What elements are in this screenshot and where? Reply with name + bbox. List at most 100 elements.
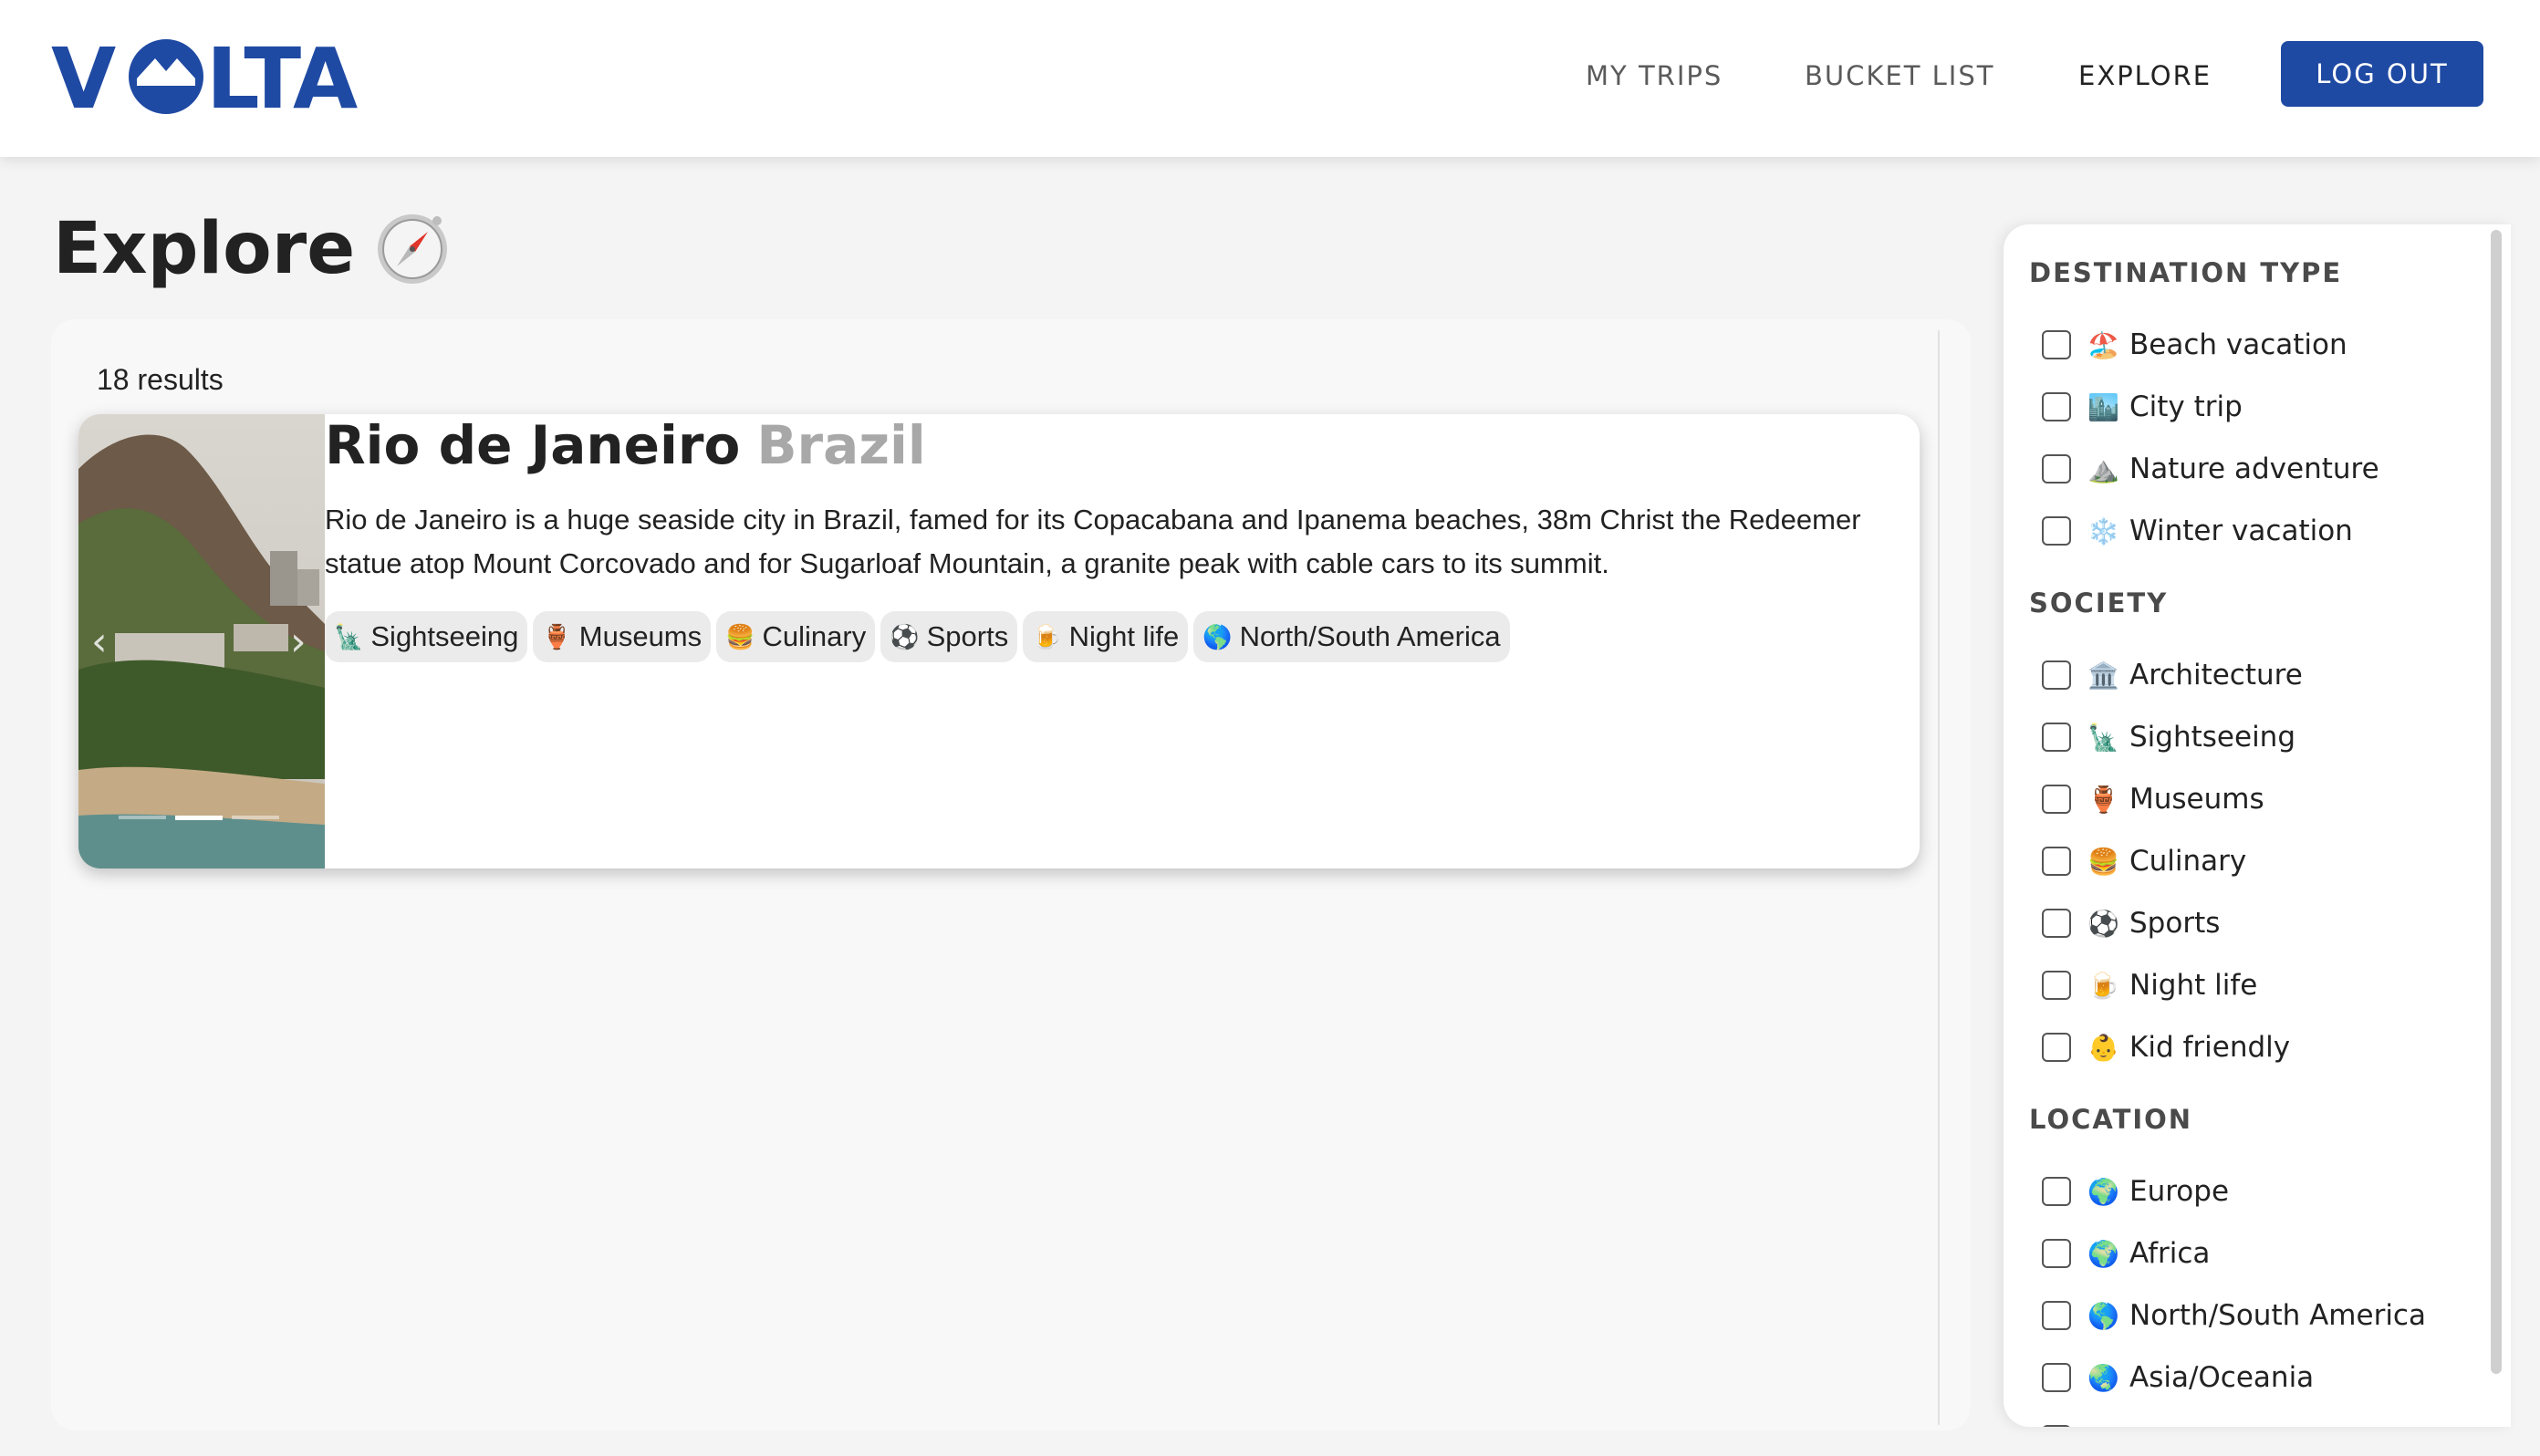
filter-label: Architecture	[2129, 659, 2303, 692]
filter-label: Kid friendly	[2129, 1031, 2291, 1064]
beer-mug-icon: 🍺	[2087, 970, 2119, 1001]
filter-europe[interactable]: 🌍 Europe	[2042, 1173, 2229, 1210]
tag-label: Museums	[578, 620, 703, 652]
checkbox[interactable]	[2042, 1425, 2071, 1427]
filter-museums[interactable]: 🏺 Museums	[2042, 781, 2264, 817]
filter-label: Africa	[2129, 1237, 2211, 1270]
soccer-ball-icon: ⚽	[2087, 908, 2119, 939]
svg-text:V: V	[51, 36, 116, 115]
cityscape-icon: 🏙️	[2087, 391, 2119, 422]
mountain-icon: ⛰️	[2087, 453, 2119, 484]
filter-label: Asia/Oceania	[2129, 1361, 2315, 1394]
filter-beach-vacation[interactable]: 🏖️ Beach vacation	[2042, 327, 2347, 363]
destination-photo	[78, 414, 325, 868]
results-scroll-track[interactable]	[1938, 330, 1940, 1425]
tag-sightseeing: 🗽 Sightseeing	[325, 611, 528, 662]
filter-label: Beach vacation	[2129, 328, 2347, 361]
destination-description: Rio de Janeiro is a huge seaside city in…	[325, 504, 1861, 579]
checkbox[interactable]	[2042, 454, 2071, 484]
filter-heading-society: SOCIETY	[2029, 588, 2169, 619]
filter-label: Night life	[2129, 969, 2258, 1002]
filter-architecture[interactable]: 🏛️ Architecture	[2042, 657, 2303, 693]
checkbox[interactable]	[2042, 1363, 2071, 1392]
logout-button[interactable]: LOG OUT	[2281, 41, 2483, 107]
checkbox[interactable]	[2042, 660, 2071, 690]
checkbox[interactable]	[2042, 516, 2071, 546]
burger-icon: 🍔	[725, 622, 755, 650]
globe-americas-icon: 🌎	[2087, 1300, 2119, 1331]
filter-kid-friendly[interactable]: 👶 Kid friendly	[2042, 1029, 2290, 1066]
checkbox[interactable]	[2042, 1177, 2071, 1206]
compass-icon	[378, 214, 448, 284]
filter-winter-vacation[interactable]: ❄️ Winter vacation	[2042, 513, 2353, 549]
globe-europe-africa-icon: 🌍	[2087, 1176, 2119, 1207]
baby-icon: 👶	[2087, 1032, 2119, 1063]
filter-city-trip[interactable]: 🏙️ City trip	[2042, 389, 2243, 425]
checkbox[interactable]	[2042, 785, 2071, 814]
filter-north-south-america[interactable]: 🌎 North/South America	[2042, 1297, 2426, 1334]
snowflake-icon: ❄️	[2087, 515, 2119, 546]
globe-americas-icon: 🌎	[1202, 622, 1233, 650]
filter-nature-adventure[interactable]: ⛰️ Nature adventure	[2042, 451, 2379, 487]
carousel-indicators	[119, 816, 279, 820]
destination-country: Brazil	[756, 414, 926, 476]
destination-card[interactable]: ‹ › Rio de Janeiro Brazil Rio de Janeiro …	[78, 414, 1920, 868]
filter-label: Sports	[2129, 907, 2221, 940]
checkbox[interactable]	[2042, 1033, 2071, 1062]
tag-label: Night life	[1068, 620, 1180, 652]
filter-next-item-partial[interactable]	[2042, 1421, 2071, 1427]
tag-culinary: 🍔 Culinary	[716, 611, 876, 662]
page-title-row: Explore	[53, 208, 450, 290]
amphora-icon: 🏺	[2087, 784, 2119, 815]
nav-bucket-list[interactable]: BUCKET LIST	[1805, 60, 1994, 91]
filter-label: Museums	[2129, 783, 2264, 816]
checkbox[interactable]	[2042, 909, 2071, 938]
filter-culinary[interactable]: 🍔 Culinary	[2042, 843, 2246, 879]
checkbox[interactable]	[2042, 392, 2071, 421]
filter-night-life[interactable]: 🍺 Night life	[2042, 967, 2257, 1004]
checkbox[interactable]	[2042, 330, 2071, 359]
soccer-ball-icon: ⚽	[890, 622, 920, 650]
svg-text:LTA: LTA	[206, 36, 358, 115]
tag-label: Culinary	[762, 620, 867, 652]
carousel-dot-active[interactable]	[175, 816, 223, 820]
classical-building-icon: 🏛️	[2087, 660, 2119, 691]
tag-label: North/South America	[1239, 620, 1501, 652]
carousel-next-button[interactable]: ›	[290, 619, 307, 665]
nav-explore[interactable]: EXPLORE	[2078, 60, 2212, 91]
checkbox[interactable]	[2042, 1239, 2071, 1268]
statue-of-liberty-icon: 🗽	[2087, 722, 2119, 753]
carousel-prev-button[interactable]: ‹	[91, 619, 108, 665]
filter-africa[interactable]: 🌍 Africa	[2042, 1235, 2210, 1272]
tag-museums: 🏺 Museums	[533, 611, 712, 662]
filter-sports[interactable]: ⚽ Sports	[2042, 905, 2220, 941]
filter-label: North/South America	[2129, 1299, 2426, 1332]
checkbox[interactable]	[2042, 971, 2071, 1000]
tag-north-south-america: 🌎 North/South America	[1193, 611, 1510, 662]
destination-image-carousel[interactable]: ‹ ›	[78, 414, 325, 868]
filter-label: Nature adventure	[2129, 452, 2379, 485]
checkbox[interactable]	[2042, 723, 2071, 752]
filter-heading-location: LOCATION	[2029, 1104, 2193, 1135]
nav-my-trips[interactable]: MY TRIPS	[1586, 60, 1723, 91]
carousel-dot[interactable]	[232, 816, 279, 819]
filters-scrollbar[interactable]	[2491, 230, 2502, 1374]
checkbox[interactable]	[2042, 847, 2071, 876]
filter-sightseeing[interactable]: 🗽 Sightseeing	[2042, 719, 2295, 755]
filter-asia-oceania[interactable]: 🌏 Asia/Oceania	[2042, 1359, 2314, 1396]
destination-tags: 🗽 Sightseeing 🏺 Museums 🍔 Culinary ⚽ Sports …	[325, 611, 1510, 662]
carousel-dot[interactable]	[119, 816, 166, 819]
filter-label: City trip	[2129, 390, 2243, 423]
destination-title[interactable]: Rio de Janeiro Brazil	[325, 414, 926, 476]
filter-label: Winter vacation	[2129, 515, 2353, 547]
checkbox[interactable]	[2042, 1301, 2071, 1330]
volta-logo[interactable]: V LTA	[51, 36, 361, 115]
amphora-icon: 🏺	[542, 622, 572, 650]
globe-europe-africa-icon: 🌍	[2087, 1238, 2119, 1269]
tag-night-life: 🍺 Night life	[1023, 611, 1189, 662]
statue-of-liberty-icon: 🗽	[334, 622, 364, 650]
destination-city: Rio de Janeiro	[325, 414, 741, 476]
filter-label: Europe	[2129, 1175, 2230, 1208]
results-count: 18 results	[97, 363, 224, 396]
globe-asia-australia-icon: 🌏	[2087, 1362, 2119, 1393]
